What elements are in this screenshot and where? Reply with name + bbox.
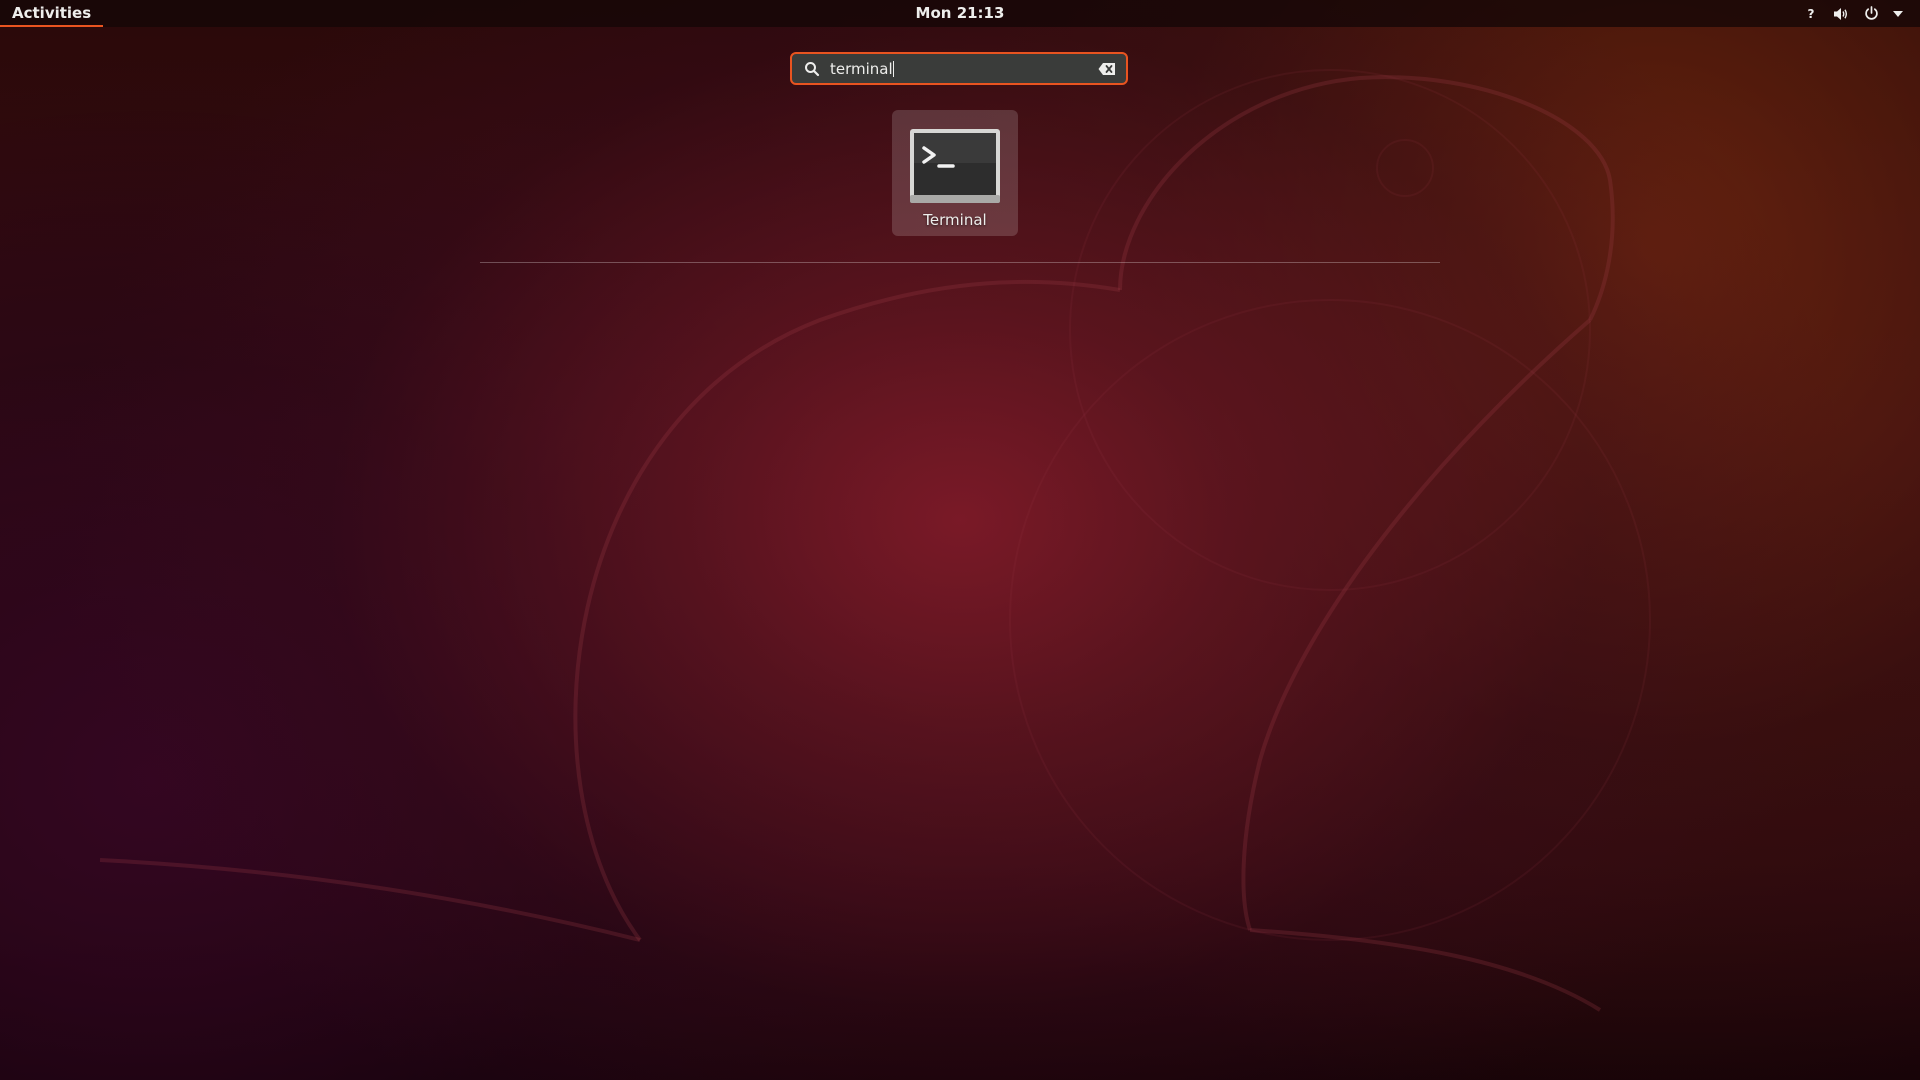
activities-button[interactable]: Activities (0, 0, 104, 27)
clear-icon[interactable] (1098, 62, 1116, 76)
search-result-label: Terminal (923, 211, 987, 229)
help-icon[interactable]: ? (1802, 5, 1820, 23)
results-separator (480, 262, 1440, 263)
chevron-down-icon[interactable] (1892, 5, 1904, 23)
power-icon[interactable] (1862, 5, 1880, 23)
volume-icon[interactable] (1832, 5, 1850, 23)
top-bar: Activities Mon 21:13 ? (0, 0, 1920, 27)
clock[interactable]: Mon 21:13 (916, 0, 1005, 27)
system-tray[interactable]: ? (1802, 0, 1904, 27)
search-result-terminal[interactable]: Terminal (892, 110, 1018, 236)
search-input[interactable]: terminal (790, 52, 1128, 85)
terminal-icon (910, 129, 1000, 203)
help-glyph: ? (1807, 6, 1815, 21)
search-icon (804, 61, 820, 77)
search-field[interactable]: terminal (830, 54, 1098, 83)
text-caret (892, 60, 894, 77)
search-value: terminal (830, 59, 893, 78)
